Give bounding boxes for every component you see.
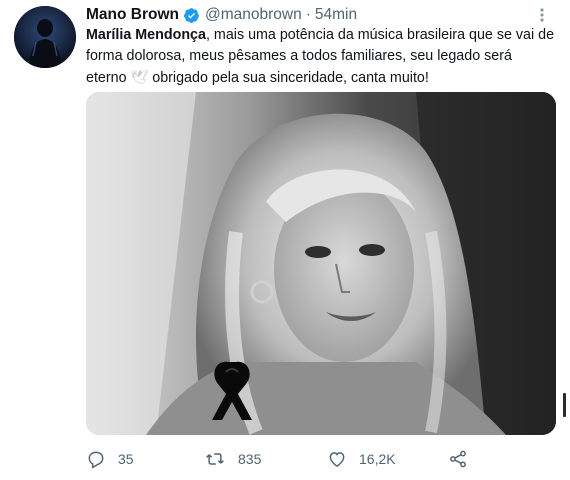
heart-icon [329, 452, 345, 467]
tweet-text: Marília Mendonça, mais uma potência da m… [86, 25, 556, 89]
retweet-count: 835 [238, 451, 262, 467]
retweet-icon [206, 453, 224, 465]
share-icon [450, 450, 466, 468]
verified-badge-icon [184, 7, 199, 23]
tweet-media-image[interactable] [86, 92, 556, 435]
tweet[interactable]: Mano Brown @manobrown · 54min Marília Me… [0, 0, 570, 480]
more-options-button[interactable] [532, 6, 552, 24]
avatar[interactable] [14, 6, 76, 68]
tweet-header: Mano Brown @manobrown · 54min [86, 4, 357, 26]
like-button[interactable]: 16,2K [327, 446, 396, 472]
handle[interactable]: @manobrown [205, 6, 302, 24]
like-count: 16,2K [359, 451, 396, 467]
timestamp[interactable]: 54min [315, 6, 357, 24]
dove-emoji: 🕊 [130, 69, 149, 85]
display-name[interactable]: Mano Brown [86, 6, 179, 24]
scrollbar-thumb[interactable] [563, 393, 566, 417]
mentioned-name: Marília Mendonça [86, 27, 206, 43]
action-bar: 35 835 16,2K [86, 446, 556, 472]
more-vertical-icon [540, 8, 544, 22]
separator-dot: · [305, 6, 311, 23]
reply-count: 35 [118, 451, 134, 467]
retweet-button[interactable]: 835 [204, 446, 261, 472]
share-button[interactable] [448, 446, 480, 472]
reply-icon [88, 451, 104, 469]
tweet-text-part2: obrigado pela sua sinceridade, canta mui… [148, 70, 429, 86]
person-silhouette-icon [14, 6, 76, 68]
reply-button[interactable]: 35 [86, 446, 134, 472]
portrait-photo [86, 92, 556, 435]
